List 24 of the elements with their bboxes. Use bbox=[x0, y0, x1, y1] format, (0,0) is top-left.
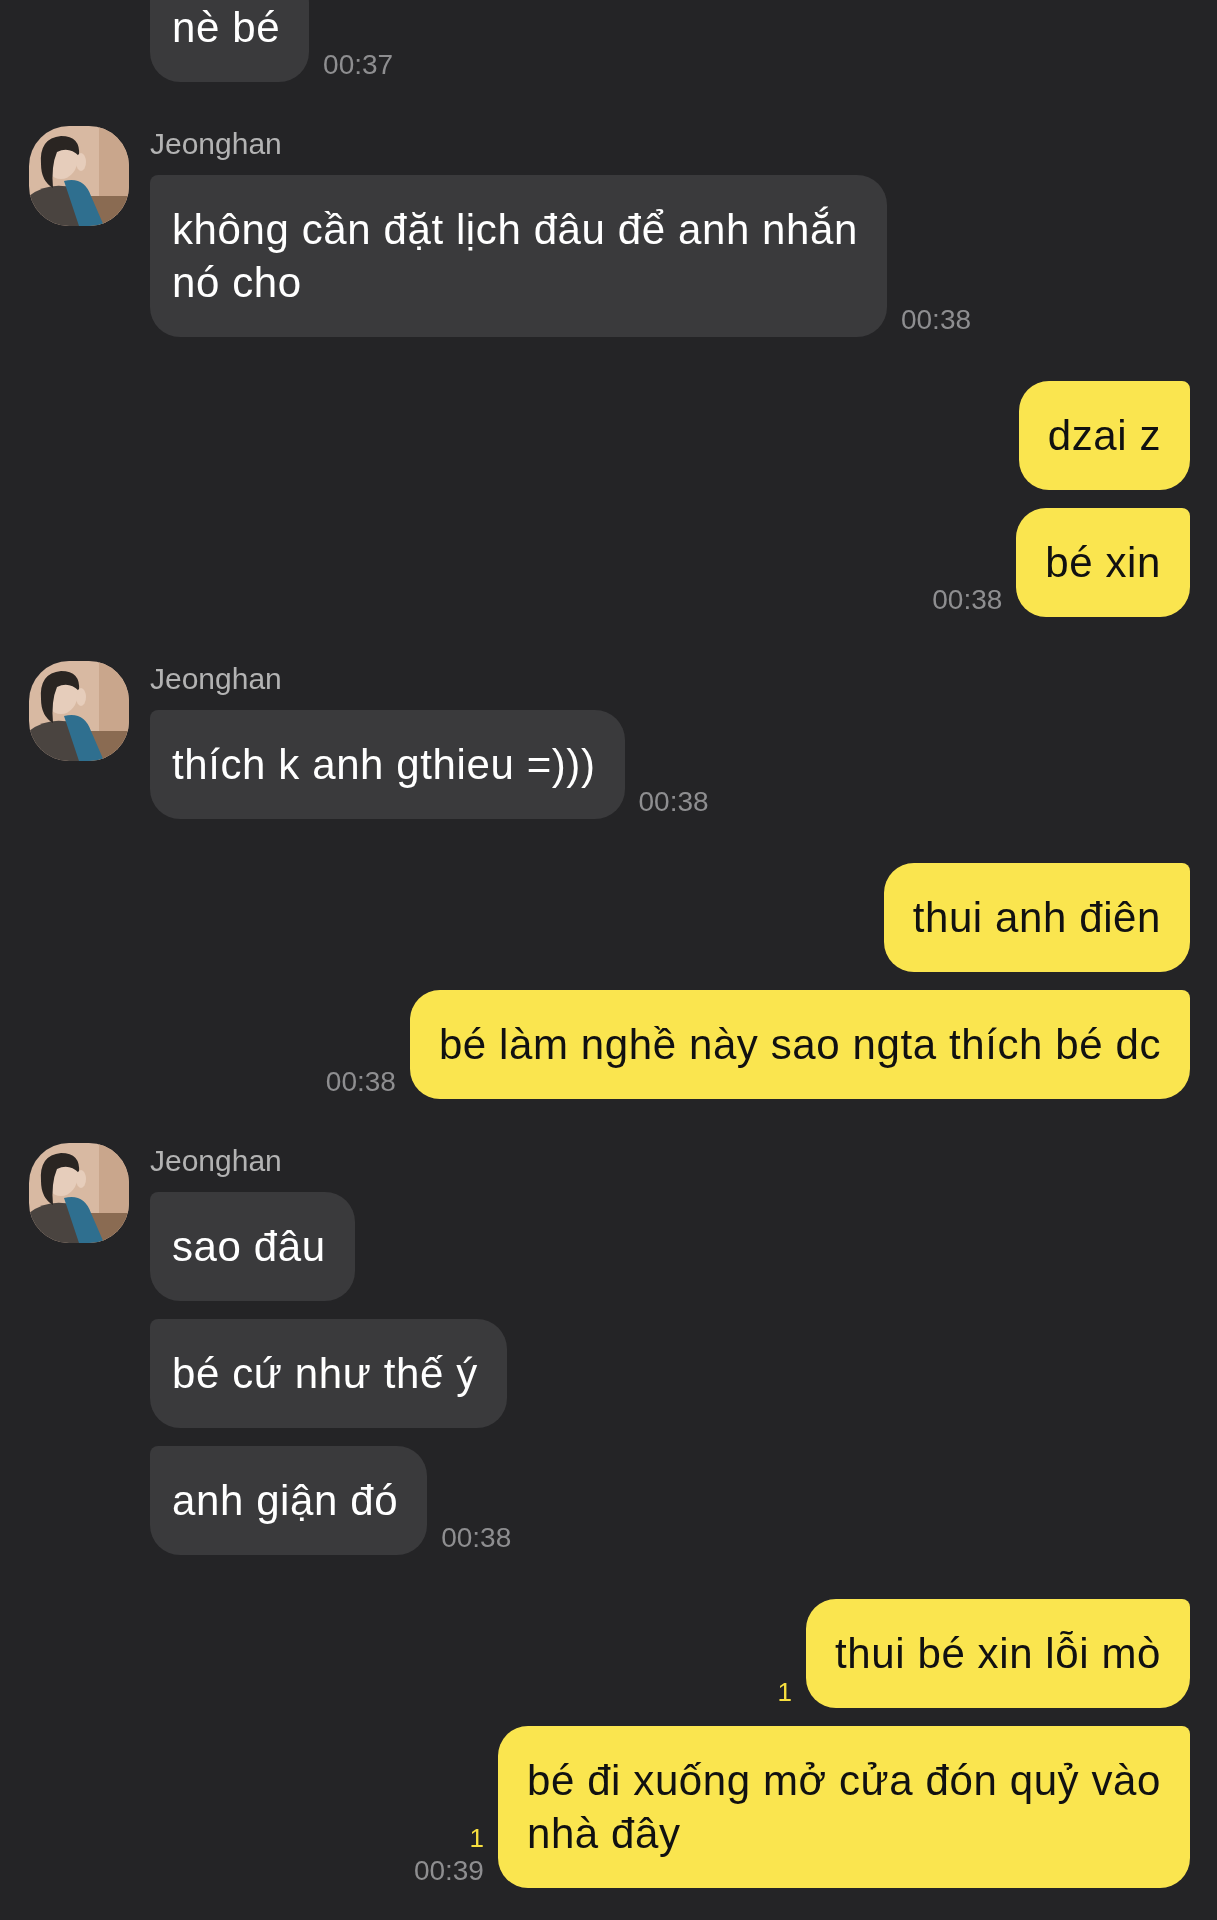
message-time: 00:38 bbox=[900, 303, 972, 337]
sender-name: Jeonghan bbox=[150, 661, 283, 697]
message-time: 00:38 bbox=[325, 1065, 396, 1099]
message-bubble: thui anh điên bbox=[883, 863, 1190, 972]
message-time: 00:39 bbox=[413, 1854, 484, 1888]
sender-name: Jeonghan bbox=[150, 126, 283, 162]
message-bubble: thui bé xin lỗi mò bbox=[806, 1599, 1190, 1708]
message-bubble: bé làm nghề này sao ngta thích bé dc bbox=[409, 990, 1190, 1099]
message-bubble: bé cứ như thế ý bbox=[150, 1319, 507, 1428]
message-bubble: bé đi xuống mở cửa đón quỷ vào nhà đây bbox=[497, 1726, 1190, 1888]
message-bubble: không cần đặt lịch đâu để anh nhắn nó cho bbox=[150, 175, 887, 337]
message-time: 00:38 bbox=[441, 1521, 512, 1555]
message-time: 00:38 bbox=[932, 583, 1003, 617]
unread-count: 1 bbox=[777, 1676, 793, 1708]
message-bubble: dzai z bbox=[1018, 381, 1190, 490]
sender-name: Jeonghan bbox=[150, 1143, 283, 1179]
message-time: 00:37 bbox=[323, 48, 394, 82]
message-bubble: nè bé bbox=[150, 0, 310, 82]
message-time: 00:38 bbox=[638, 785, 709, 819]
message-bubble: sao đâu bbox=[150, 1192, 355, 1301]
message-bubble: thích k anh gthieu =))) bbox=[150, 710, 625, 819]
unread-count: 1 bbox=[469, 1822, 484, 1854]
message-bubble: anh giận đó bbox=[150, 1446, 428, 1555]
message-bubble: bé xin bbox=[1016, 508, 1190, 617]
